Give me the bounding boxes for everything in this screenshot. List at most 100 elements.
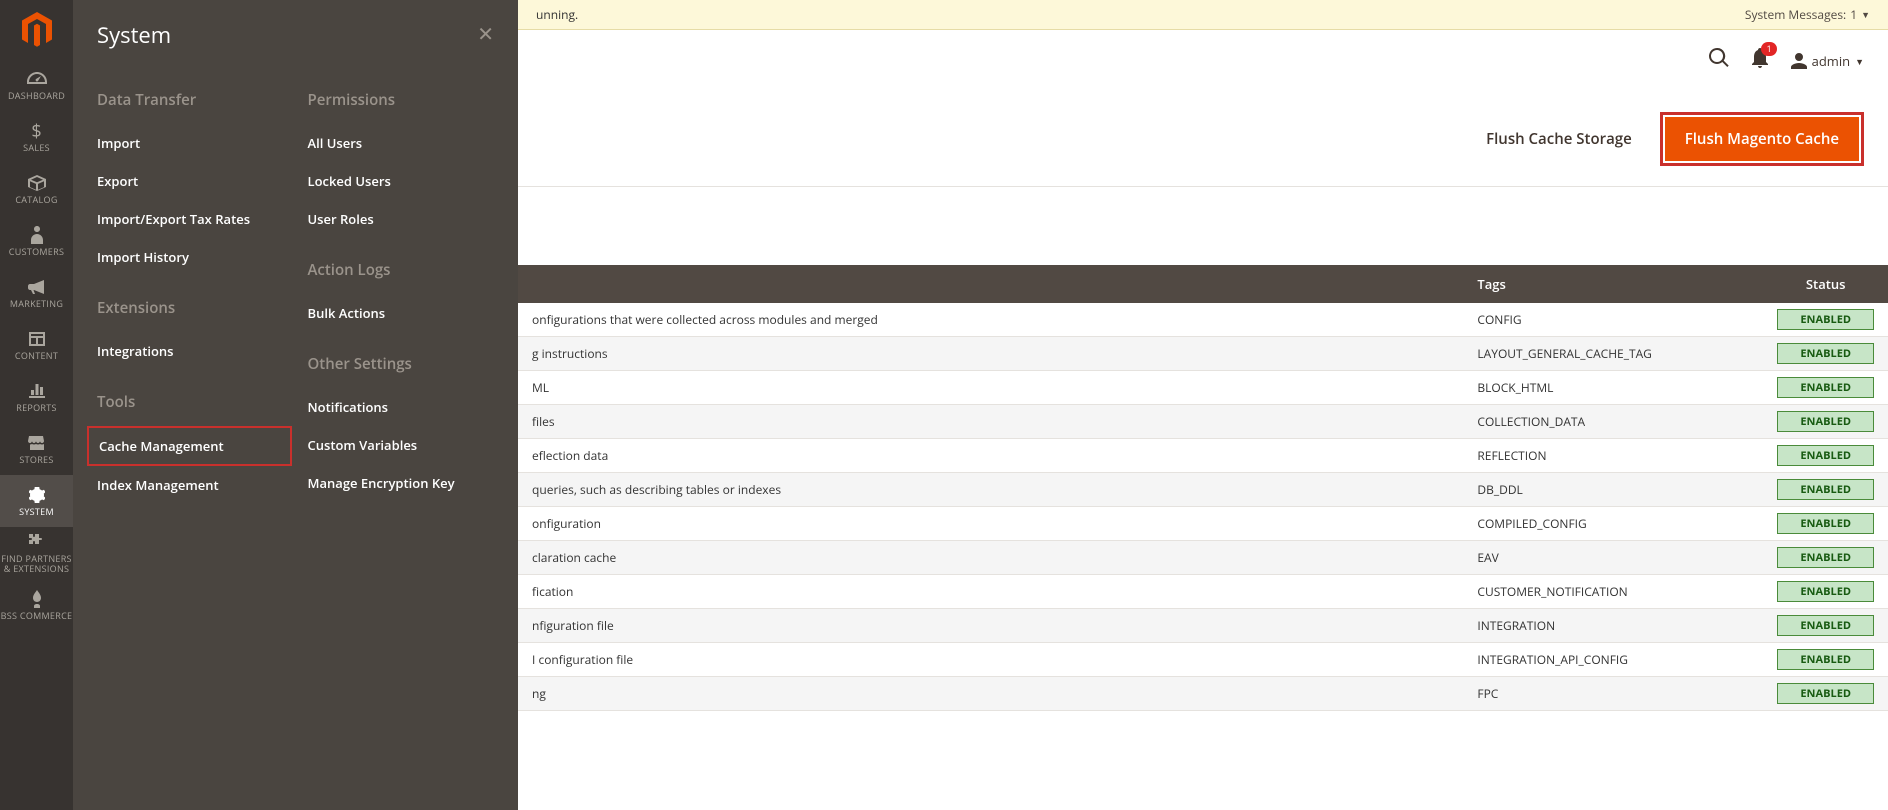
cache-description: I configuration file [518,643,1463,677]
bss-icon [30,589,44,609]
flyout-link-user-roles[interactable]: User Roles [308,200,495,238]
cache-table: Tags Status onfigurations that were coll… [518,265,1888,810]
close-icon[interactable]: ✕ [477,20,494,47]
flyout-heading-permissions: Permissions [308,90,495,110]
status-badge: ENABLED [1777,343,1874,364]
flyout-heading-data-transfer: Data Transfer [97,90,284,110]
cache-tag: COMPILED_CONFIG [1463,507,1763,541]
admin-user-menu[interactable]: admin ▼ [1791,52,1864,70]
flyout-link-import[interactable]: Import [97,124,284,162]
sidebar-item-partners[interactable]: FIND PARTNERS & EXTENSIONS [0,527,73,579]
table-row[interactable]: g instructionsLAYOUT_GENERAL_CACHE_TAGEN… [518,337,1888,371]
sidebar-item-label: SYSTEM [19,507,54,517]
sidebar-item-label: CONTENT [15,351,58,361]
sidebar-item-sales[interactable]: $ SALES [0,111,73,163]
table-row[interactable]: onfigurationCOMPILED_CONFIGENABLED [518,507,1888,541]
sidebar-item-content[interactable]: CONTENT [0,319,73,371]
notifications-icon[interactable]: 1 [1751,48,1769,74]
table-row[interactable]: onfigurations that were collected across… [518,303,1888,337]
sidebar-item-label: MARKETING [10,299,63,309]
cache-status-cell: ENABLED [1763,405,1888,439]
table-row[interactable]: eflection dataREFLECTIONENABLED [518,439,1888,473]
megaphone-icon [28,277,46,297]
system-messages-toggle[interactable]: System Messages: 1 ▼ [1745,6,1870,23]
table-row[interactable]: ficationCUSTOMER_NOTIFICATION ENABLED [518,575,1888,609]
sidebar-item-customers[interactable]: CUSTOMERS [0,215,73,267]
sidebar-item-label: STORES [19,455,53,465]
flyout-link-tax-rates[interactable]: Import/Export Tax Rates [97,200,284,238]
flyout-link-index-management[interactable]: Index Management [97,466,284,504]
sidebar-item-label: FIND PARTNERS & EXTENSIONS [0,554,73,574]
status-badge: ENABLED [1777,649,1874,670]
flyout-link-all-users[interactable]: All Users [308,124,495,162]
cache-status-cell: ENABLED [1763,609,1888,643]
flyout-column: Permissions All Users Locked Users User … [308,90,495,504]
table-header-row: Tags Status [518,265,1888,303]
flyout-link-integrations[interactable]: Integrations [97,332,284,370]
flyout-link-import-history[interactable]: Import History [97,238,284,276]
flyout-link-export[interactable]: Export [97,162,284,200]
status-badge: ENABLED [1777,309,1874,330]
cache-status-cell: ENABLED [1763,575,1888,609]
flush-magento-cache-button[interactable]: Flush Magento Cache [1665,117,1859,161]
sidebar-item-label: DASHBOARD [8,91,65,101]
sidebar-item-marketing[interactable]: MARKETING [0,267,73,319]
table-row[interactable]: queries, such as describing tables or in… [518,473,1888,507]
cache-description: claration cache [518,541,1463,575]
sidebar-item-dashboard[interactable]: DASHBOARD [0,59,73,111]
store-icon [28,433,46,453]
cache-description: onfigurations that were collected across… [518,303,1463,337]
magento-logo[interactable] [0,0,73,59]
topbar: 1 admin ▼ [518,30,1888,92]
cache-tag: INTEGRATION [1463,609,1763,643]
sidebar-item-label: CUSTOMERS [9,247,64,257]
sidebar-item-catalog[interactable]: CATALOG [0,163,73,215]
cache-tag: CUSTOMER_NOTIFICATION [1463,575,1763,609]
chevron-down-icon: ▼ [1861,8,1870,21]
flyout-link-encryption-key[interactable]: Manage Encryption Key [308,464,495,502]
status-badge: ENABLED [1777,445,1874,466]
cache-status-cell: ENABLED [1763,507,1888,541]
status-badge: ENABLED [1777,377,1874,398]
status-badge: ENABLED [1777,581,1874,602]
cache-description: g instructions [518,337,1463,371]
table-header-blank [518,265,1463,303]
sidebar-item-stores[interactable]: STORES [0,423,73,475]
sidebar-item-reports[interactable]: REPORTS [0,371,73,423]
sidebar-item-system[interactable]: SYSTEM [0,475,73,527]
status-badge: ENABLED [1777,615,1874,636]
flyout-link-notifications[interactable]: Notifications [308,388,495,426]
cache-tag: REFLECTION [1463,439,1763,473]
search-icon[interactable] [1709,48,1729,74]
user-icon [1791,53,1807,69]
cache-description: nfiguration file [518,609,1463,643]
cache-status-cell: ENABLED [1763,541,1888,575]
table-row[interactable]: I configuration fileINTEGRATION_API_CONF… [518,643,1888,677]
table-row[interactable]: MLBLOCK_HTMLENABLED [518,371,1888,405]
flyout-title: System [97,20,494,50]
cache-tag: FPC [1463,677,1763,711]
cache-tag: DB_DDL [1463,473,1763,507]
flyout-link-bulk-actions[interactable]: Bulk Actions [308,294,495,332]
status-badge: ENABLED [1777,547,1874,568]
flyout-heading-extensions: Extensions [97,298,284,318]
table-row[interactable]: claration cacheEAVENABLED [518,541,1888,575]
flyout-link-cache-management[interactable]: Cache Management [87,426,292,466]
cache-description: fication [518,575,1463,609]
flyout-link-custom-variables[interactable]: Custom Variables [308,426,495,464]
flush-cache-storage-button[interactable]: Flush Cache Storage [1470,117,1648,161]
chevron-down-icon: ▼ [1855,55,1864,68]
notification-badge: 1 [1761,42,1776,56]
box-icon [28,173,46,193]
admin-sidebar: DASHBOARD $ SALES CATALOG CUSTOMERS MARK… [0,0,73,810]
table-row[interactable]: nfiguration fileINTEGRATION ENABLED [518,609,1888,643]
table-row[interactable]: filesCOLLECTION_DATAENABLED [518,405,1888,439]
cache-status-cell: ENABLED [1763,473,1888,507]
table-row[interactable]: ngFPCENABLED [518,677,1888,711]
sidebar-item-bss[interactable]: BSS COMMERCE [0,579,73,631]
person-icon [31,225,43,245]
cache-status-cell: ENABLED [1763,337,1888,371]
flyout-link-locked-users[interactable]: Locked Users [308,162,495,200]
sidebar-item-label: CATALOG [15,195,57,205]
sidebar-item-label: SALES [23,143,50,153]
